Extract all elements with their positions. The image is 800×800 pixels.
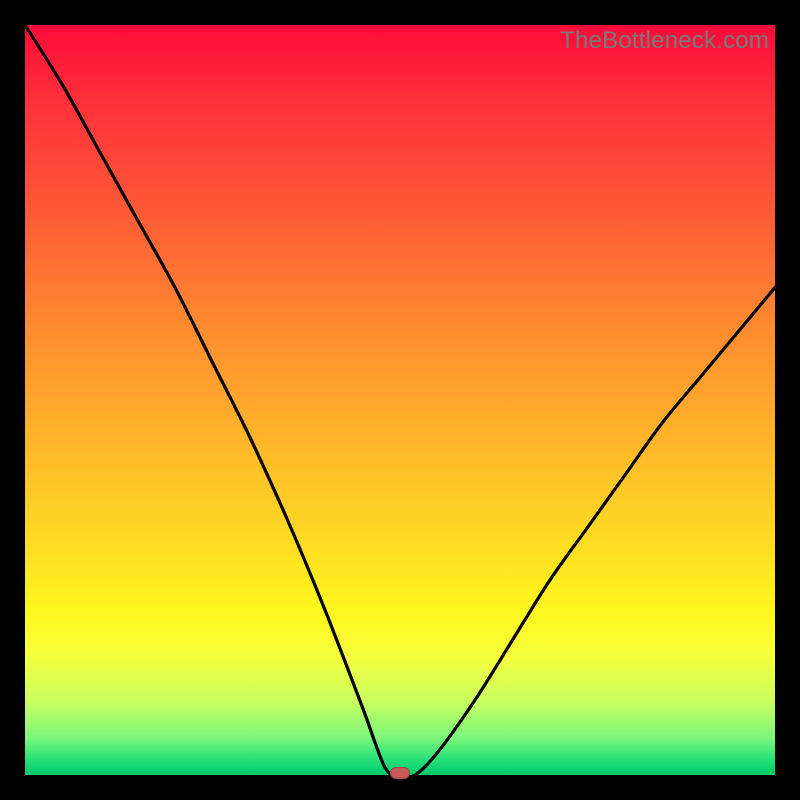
chart-frame: TheBottleneck.com [0, 0, 800, 800]
minimum-marker [390, 767, 410, 779]
plot-area: TheBottleneck.com [25, 25, 775, 775]
curve-path [25, 25, 775, 777]
bottleneck-curve [25, 25, 775, 775]
